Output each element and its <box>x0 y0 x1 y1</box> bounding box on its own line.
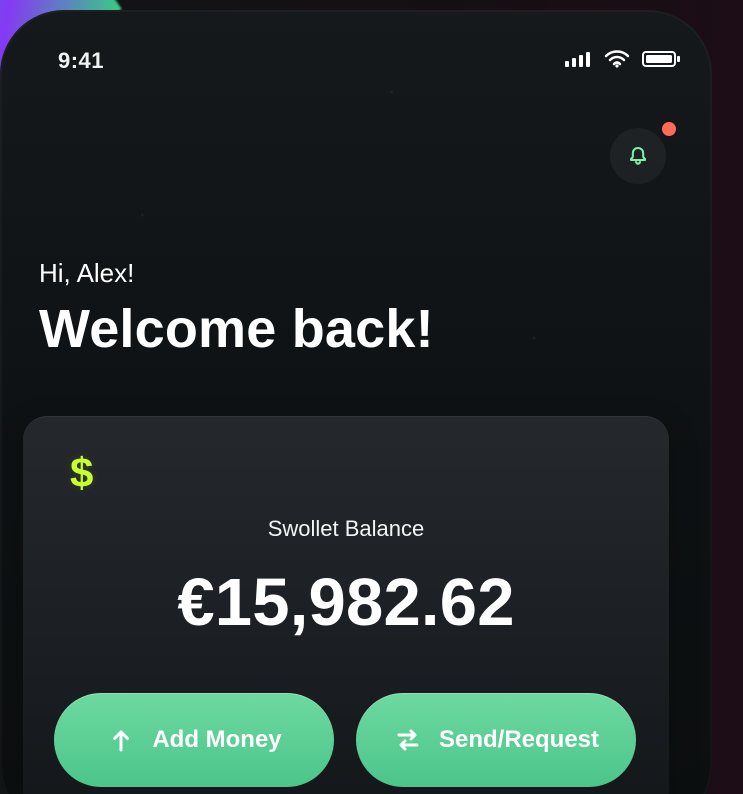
balance-amount: €15,982.62 <box>177 565 515 640</box>
status-icons <box>564 50 682 68</box>
balance-label: Swollet Balance <box>267 516 425 541</box>
balance-card: $ Swollet Balance €15,982.62 Add Money S… <box>23 416 669 794</box>
signal-icon <box>565 52 590 67</box>
transfer-icon <box>393 725 423 755</box>
app-stage: 9:41 Hi, Alex! Welcome back! $ Swollet B… <box>0 0 743 794</box>
add-money-button[interactable]: Add Money <box>54 693 334 787</box>
notification-dot <box>662 122 676 136</box>
greeting-text: Hi, Alex! <box>39 258 135 288</box>
notification-button[interactable] <box>610 128 666 184</box>
battery-icon <box>642 51 680 67</box>
status-time: 9:41 <box>58 48 105 73</box>
phone-screen: 9:41 Hi, Alex! Welcome back! $ Swollet B… <box>0 10 712 794</box>
bell-icon <box>630 147 646 165</box>
wifi-icon <box>604 50 630 68</box>
page-title: Welcome back! <box>39 299 434 359</box>
arrow-up-icon <box>106 725 136 755</box>
send-request-label: Send/Request <box>438 726 600 753</box>
send-request-button[interactable]: Send/Request <box>356 693 636 787</box>
dollar-sign-icon: $ <box>70 449 94 496</box>
add-money-label: Add Money <box>152 726 282 753</box>
